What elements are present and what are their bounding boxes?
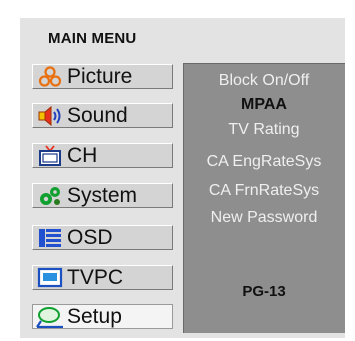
menu-item-label: OSD: [67, 225, 113, 249]
submenu-option-mpaa[interactable]: MPAA: [184, 96, 344, 114]
menu-item-tvpc[interactable]: TVPC: [32, 265, 173, 290]
menu-item-ch[interactable]: CH: [32, 143, 173, 168]
gears-icon: [35, 185, 65, 207]
menu-item-label: TVPC: [67, 265, 124, 289]
menu-item-label: CH: [67, 143, 98, 167]
rating-value: PG-13: [242, 283, 286, 300]
menu-item-label: Sound: [67, 103, 128, 127]
menu-item-label: Setup: [67, 304, 122, 328]
submenu-option-ca-frn[interactable]: CA FrnRateSys: [184, 182, 344, 200]
people-icon: [35, 65, 65, 88]
menu-title: MAIN MENU: [48, 30, 137, 47]
menu-item-label: System: [67, 183, 138, 207]
submenu-option-ca-eng[interactable]: CA EngRateSys: [184, 153, 344, 171]
setup-icon: [35, 306, 65, 328]
submenu-option-tv-rating[interactable]: TV Rating: [184, 121, 344, 139]
menu-item-sound[interactable]: Sound: [32, 103, 173, 128]
submenu-panel: Block On/Off MPAA TV Rating CA EngRateSy…: [183, 63, 345, 333]
tv-icon: [35, 144, 65, 167]
menu-bars-icon: [35, 227, 65, 249]
speaker-icon: [35, 105, 65, 127]
menu-item-setup[interactable]: Setup: [32, 304, 173, 329]
menu-item-picture[interactable]: Picture: [32, 64, 173, 89]
menu-item-osd[interactable]: OSD: [32, 225, 173, 250]
submenu-option-new-password[interactable]: New Password: [184, 209, 344, 227]
menu-item-label: Picture: [67, 64, 133, 88]
menu-item-system[interactable]: System: [32, 183, 173, 208]
submenu-option-block[interactable]: Block On/Off: [184, 72, 344, 90]
monitor-icon: [35, 267, 65, 289]
